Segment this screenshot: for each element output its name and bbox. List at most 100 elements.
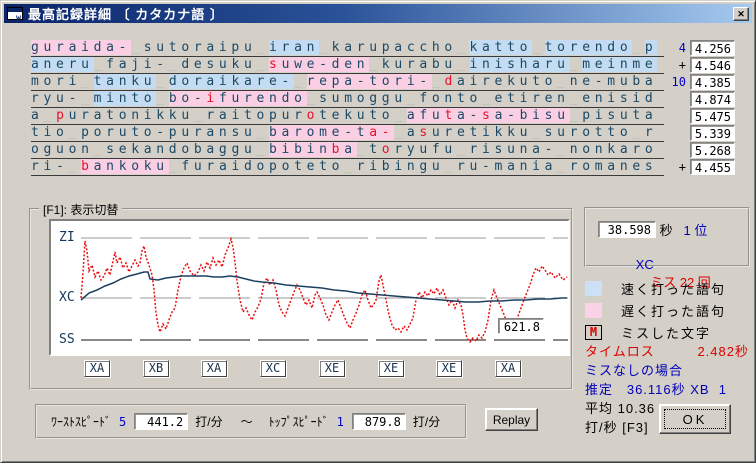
word-space: _ xyxy=(168,159,182,174)
word-row: oguon_sekandobaggu_bibinba_toryufu_risun… xyxy=(31,142,735,159)
timeloss-label: タイムロス xyxy=(585,344,655,359)
replay-button[interactable]: Replay xyxy=(485,408,538,431)
instant-speed-line xyxy=(80,236,568,344)
word-space: _ xyxy=(168,57,182,72)
section-grade-1[interactable]: XA xyxy=(84,360,110,377)
dialog-window: 最高記録詳細 〔 カタカナ語 〕 ✕ guraida-_sutoraipu_ir… xyxy=(0,0,756,463)
word-space: _ xyxy=(156,74,169,89)
time-value: 38.598 xyxy=(598,221,656,238)
word-space: _ xyxy=(569,108,583,123)
word-space: _ xyxy=(306,91,320,106)
word-segment: s xyxy=(419,125,432,140)
section-grade-6[interactable]: XE xyxy=(378,360,404,377)
word-space: _ xyxy=(632,125,645,140)
worst-speed-value: 441.2 xyxy=(134,413,189,430)
lap-time-value: 4.455 xyxy=(690,159,735,175)
romaji-text: tio_poruto-puransu_barome-ta-_asuretikku… xyxy=(31,125,664,142)
word-segment: s xyxy=(269,57,282,72)
word-segment: a xyxy=(31,108,44,123)
word-segment: fonto xyxy=(419,91,483,106)
word-space: _ xyxy=(68,125,82,140)
word-segment: sekandobaggu xyxy=(106,142,257,157)
top-speed-rank: 1 xyxy=(336,414,344,429)
word-segment: surotto xyxy=(544,125,633,140)
word-space: _ xyxy=(456,57,470,72)
word-space: _ xyxy=(68,159,82,174)
speed-range-bar: ﾜｰｽﾄｽﾋﾟｰﾄﾞ 5 441.2 打/分 ～ ﾄｯﾌﾟｽﾋﾟｰﾄﾞ 1 87… xyxy=(35,404,467,439)
legend-item: M ミスした文字 xyxy=(585,321,726,343)
chart-cursor-value: 621.8 xyxy=(498,318,544,334)
speed-chart: 621.8 ZI XC SS xyxy=(49,219,570,356)
section-grade-8[interactable]: XA xyxy=(495,360,521,377)
word-space: _ xyxy=(81,74,94,89)
word-segment: repa-tori- xyxy=(306,74,432,89)
rank-value xyxy=(673,222,684,237)
word-segment: ri- xyxy=(31,159,69,174)
word-segment: romanes xyxy=(569,159,658,174)
word-row: guraida-_sutoraipu_iran_karupaccho_katto… xyxy=(31,40,735,57)
word-space: _ xyxy=(344,159,357,174)
word-segment: a- xyxy=(456,108,483,123)
word-segment: meinme xyxy=(582,57,658,72)
word-space: _ xyxy=(557,74,570,89)
romaji-text: oguon_sekandobaggu_bibinba_toryufu_risun… xyxy=(31,142,664,159)
worst-speed-rank: 5 xyxy=(119,414,127,429)
word-segment: raitopur xyxy=(206,108,307,123)
word-segment: etiren xyxy=(494,91,570,106)
word-space: _ xyxy=(394,125,407,140)
word-segment: bibin xyxy=(269,142,332,157)
legend-label: ミスした文字 xyxy=(621,325,712,341)
word-segment: ru-mania xyxy=(456,159,558,174)
word-space: _ xyxy=(356,142,370,157)
word-segment: karupaccho xyxy=(331,40,457,55)
word-row: ryu-_minto_bo-ifurendo_sumoggu_fonto_eti… xyxy=(31,91,735,108)
word-segment: ne-muba xyxy=(569,74,658,89)
word-segment: inisharu xyxy=(469,57,570,72)
word-space: _ xyxy=(131,40,144,55)
word-segment: a-bisu xyxy=(494,108,570,123)
section-grade-5[interactable]: XE xyxy=(319,360,345,377)
word-space: _ xyxy=(569,57,583,72)
legend-label: 遅く打った語句 xyxy=(621,303,727,319)
word-segment: ankoku xyxy=(93,159,169,174)
close-icon: ✕ xyxy=(737,8,745,19)
word-segment: sumoggu xyxy=(319,91,407,106)
app-icon xyxy=(7,7,23,22)
legend-swatch-fast xyxy=(585,280,602,296)
timeloss-line: タイムロス 2.482秒 xyxy=(585,341,751,360)
word-space: _ xyxy=(482,91,495,106)
title-bar[interactable]: 最高記録詳細 〔 カタカナ語 〕 ✕ xyxy=(4,4,752,23)
word-segment: a- xyxy=(369,125,395,140)
groupbox-label: [F1]: 表示切替 xyxy=(39,201,123,218)
word-segment: sutoraipu xyxy=(143,40,257,55)
word-space: _ xyxy=(431,74,445,89)
y-axis-label-zi: ZI xyxy=(59,230,75,245)
word-segment: a xyxy=(344,142,357,157)
word-space: _ xyxy=(532,125,545,140)
legend-item: 遅く打った語句 xyxy=(585,299,726,321)
word-row: aneru_faji-_desuku_suwe-den_kurabu_inish… xyxy=(31,57,735,74)
lap-marker: 4 xyxy=(678,41,686,55)
romaji-text: a_puratonikku_raitopurotekuto_afuta-sa-b… xyxy=(31,108,664,125)
ok-button[interactable]: OK xyxy=(659,404,731,434)
section-grade-3[interactable]: XA xyxy=(201,360,227,377)
average-line2: 打/秒 [F3] xyxy=(585,420,649,435)
word-space: _ xyxy=(156,91,169,106)
word-segment: desuku xyxy=(181,57,257,72)
lap-time-value: 5.475 xyxy=(690,108,735,124)
lap-time-value: 4.256 xyxy=(690,40,735,56)
word-space: _ xyxy=(569,91,583,106)
word-space: _ xyxy=(81,91,94,106)
word-segment: poruto-puransu xyxy=(81,125,257,140)
word-space: _ xyxy=(93,142,107,157)
section-grade-2[interactable]: XB xyxy=(143,360,169,377)
word-space: _ xyxy=(93,57,107,72)
word-segment: uratonikku xyxy=(68,108,194,123)
section-grade-7[interactable]: XE xyxy=(436,360,462,377)
word-space: _ xyxy=(532,40,545,55)
section-grade-4[interactable]: XC xyxy=(260,360,286,377)
close-button[interactable]: ✕ xyxy=(733,6,749,21)
legend-swatch-slow xyxy=(585,302,602,318)
window-title: 最高記録詳細 〔 カタカナ語 〕 xyxy=(28,7,224,22)
romaji-text: ryu-_minto_bo-ifurendo_sumoggu_fonto_eti… xyxy=(31,91,664,108)
